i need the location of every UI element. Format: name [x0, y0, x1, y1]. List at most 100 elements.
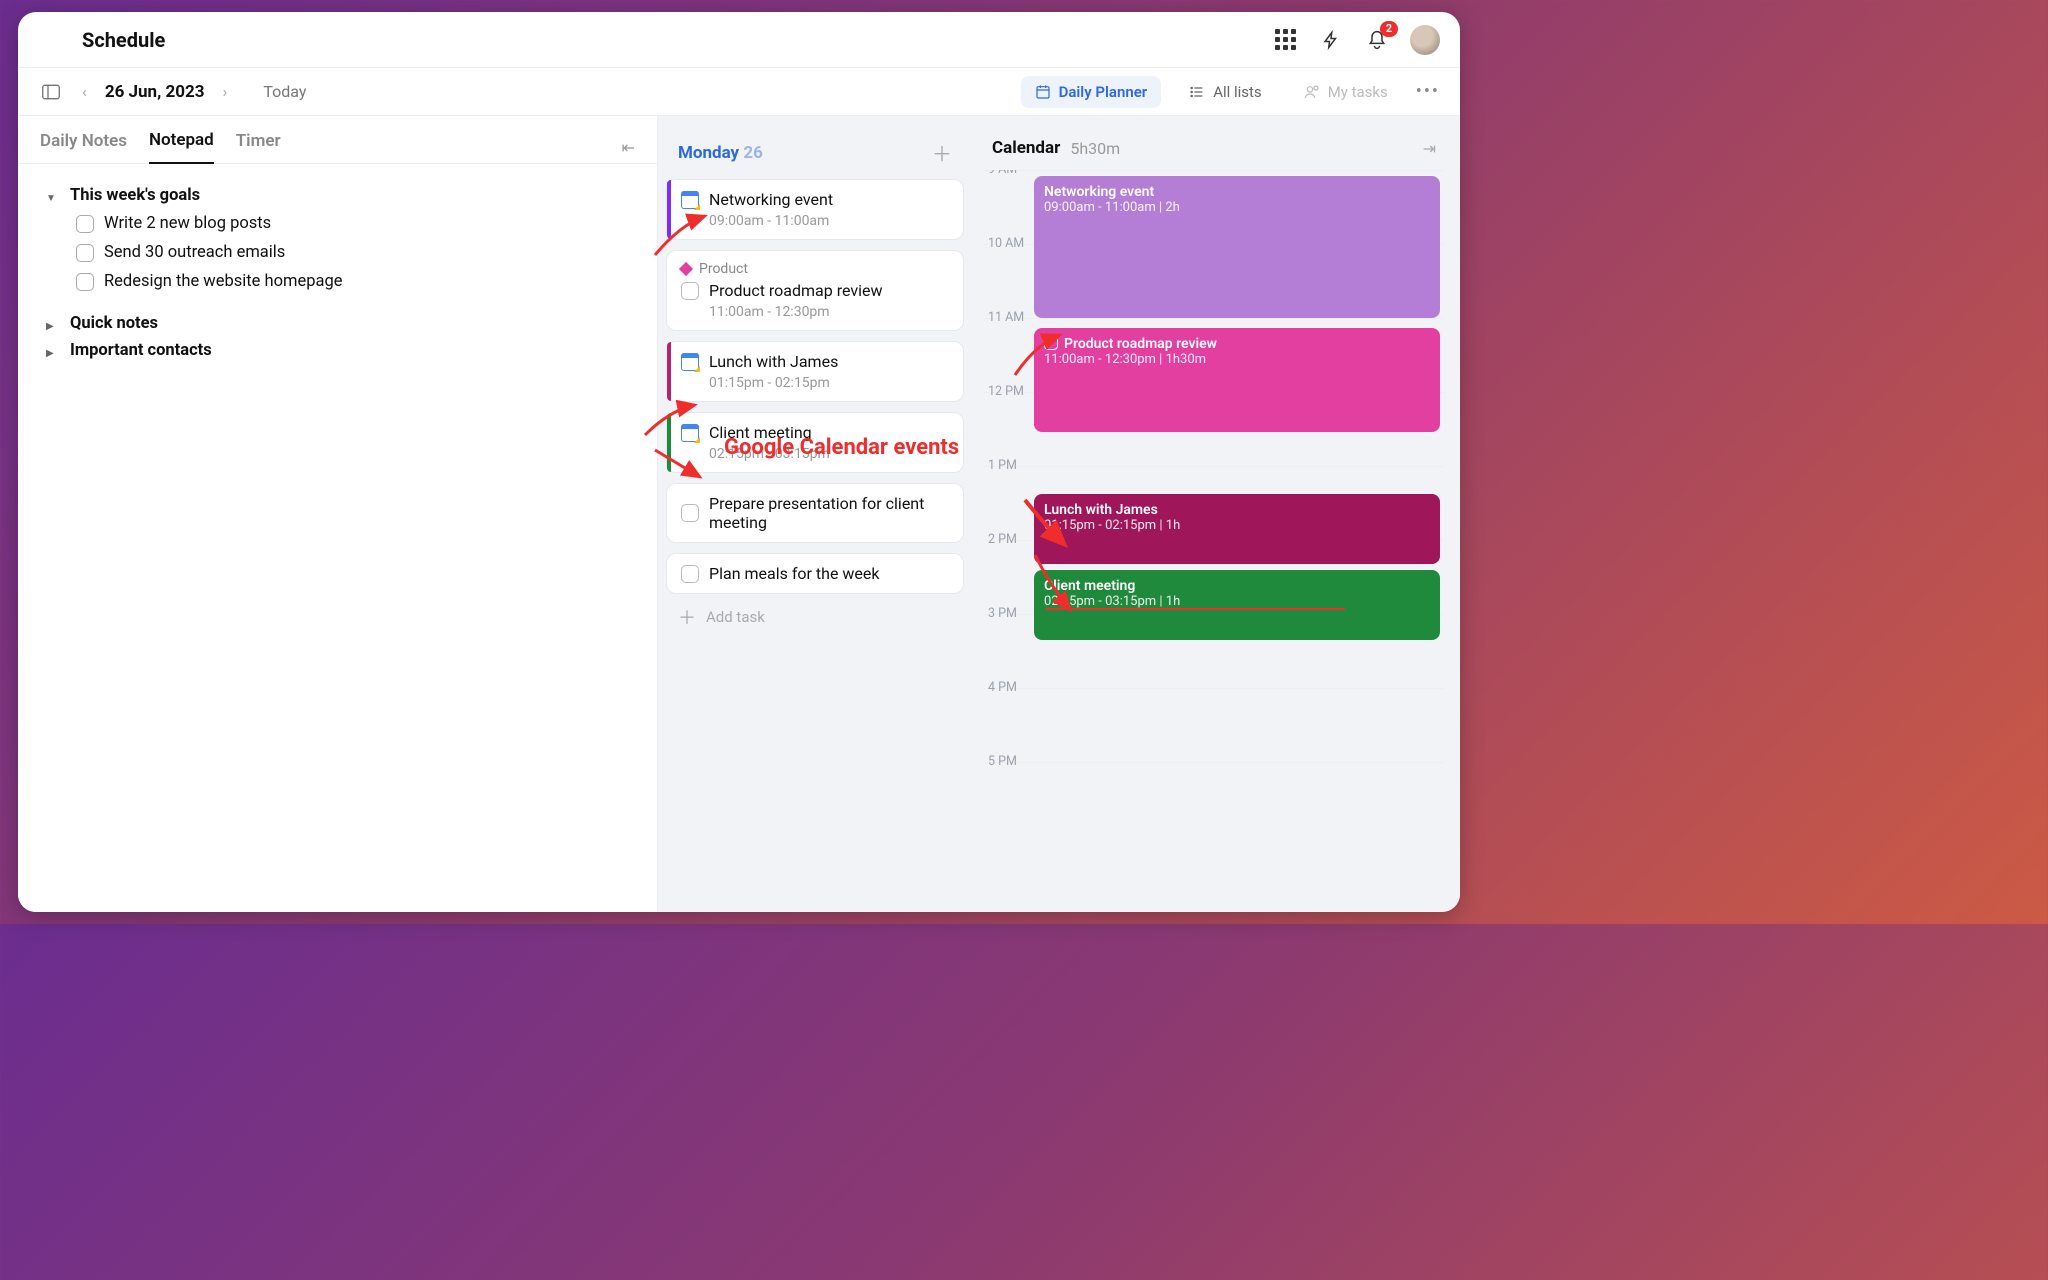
event-subtitle: 09:00am - 11:00am | 2h: [1044, 200, 1430, 215]
checkbox[interactable]: [681, 282, 699, 300]
hour-label: 12 PM: [988, 384, 1024, 399]
hour-label: 10 AM: [988, 236, 1024, 251]
today-button[interactable]: Today: [263, 82, 306, 101]
card-time: 09:00am - 11:00am: [709, 213, 951, 229]
avatar[interactable]: [1410, 25, 1440, 55]
card-title: Client meeting: [709, 423, 812, 442]
toolbar: ‹ 26 Jun, 2023 › Today Daily Planner All…: [18, 68, 1460, 116]
event-subtitle: 11:00am - 12:30pm | 1h30m: [1044, 352, 1430, 367]
hour-label: 3 PM: [988, 606, 1017, 621]
next-day-button[interactable]: ›: [217, 78, 234, 105]
notepad-tabs: Daily Notes Notepad Timer ⇤: [18, 116, 657, 164]
disclosure-icon[interactable]: [46, 314, 60, 332]
view-label: Daily Planner: [1059, 83, 1148, 101]
card-time: 02:15pm - 03:15pm: [709, 446, 951, 462]
view-my-tasks[interactable]: My tasks: [1290, 76, 1402, 108]
plus-icon: ＋: [678, 604, 696, 630]
disclosure-icon[interactable]: [46, 186, 60, 204]
event-title: Product roadmap review: [1044, 336, 1430, 352]
google-calendar-icon: [681, 424, 699, 442]
calendar-timeline[interactable]: 9 AM10 AM11 AM12 PM1 PM2 PM3 PM4 PM5 PMN…: [984, 170, 1444, 902]
section-title: Quick notes: [70, 314, 158, 333]
menu-icon[interactable]: [38, 27, 64, 53]
notification-badge: 2: [1380, 21, 1398, 37]
todo-item[interactable]: Send 30 outreach emails: [76, 238, 629, 267]
collapse-right-icon[interactable]: ⇥: [1423, 139, 1436, 158]
view-daily-planner[interactable]: Daily Planner: [1021, 76, 1162, 108]
section-title: Important contacts: [70, 341, 212, 360]
daylist-title: Monday 26: [678, 143, 763, 163]
section-title: This week's goals: [70, 186, 200, 205]
tab-daily-notes[interactable]: Daily Notes: [40, 131, 127, 163]
daylist-card[interactable]: Product Product roadmap review 11:00am - 1…: [666, 250, 964, 331]
event-subtitle: 01:15pm - 02:15pm | 1h: [1044, 518, 1430, 533]
todo-item[interactable]: Redesign the website homepage: [76, 267, 629, 296]
calendar-panel: Calendar 5h30m ⇥ 9 AM10 AM11 AM12 PM1 PM…: [978, 126, 1450, 902]
card-title: Lunch with James: [709, 352, 838, 371]
apps-grid-icon[interactable]: [1272, 27, 1298, 53]
card-title: Product roadmap review: [709, 281, 883, 300]
tab-notepad[interactable]: Notepad: [149, 130, 214, 164]
view-all-lists[interactable]: All lists: [1175, 76, 1276, 108]
notifications-icon[interactable]: 2: [1364, 27, 1390, 53]
daylist-card[interactable]: Client meeting 02:15pm - 03:15pm: [666, 412, 964, 473]
daylist-card[interactable]: Networking event 09:00am - 11:00am: [666, 179, 964, 240]
card-time: 11:00am - 12:30pm: [709, 304, 951, 320]
daylist-card[interactable]: Prepare presentation for client meeting: [666, 483, 964, 543]
daylist-card[interactable]: Lunch with James01:15pm - 02:15pm: [666, 341, 964, 402]
hour-label: 4 PM: [988, 680, 1017, 695]
app-window: Schedule 2 ‹ 26 Jun, 2023 › Today Daily …: [18, 12, 1460, 912]
date-label[interactable]: 26 Jun, 2023: [105, 82, 205, 102]
checkbox[interactable]: [1044, 336, 1058, 350]
annotation-line: [1045, 608, 1345, 610]
add-task-button[interactable]: ＋ Add task: [664, 594, 966, 640]
notepad-panel: Daily Notes Notepad Timer ⇤ This week's …: [18, 116, 658, 912]
event-title: Networking event: [1044, 184, 1430, 200]
card-tag: Product: [681, 261, 951, 277]
todo-label: Send 30 outreach emails: [104, 243, 285, 262]
hour-row: 5 PM: [984, 762, 1444, 836]
event-subtitle: 02:15pm - 03:15pm | 1h: [1044, 594, 1430, 609]
event-title: Lunch with James: [1044, 502, 1430, 518]
card-title: Plan meals for the week: [709, 564, 880, 583]
checkbox[interactable]: [76, 273, 94, 291]
view-label: All lists: [1213, 83, 1262, 101]
add-task-icon[interactable]: ＋: [932, 138, 952, 167]
card-title: Prepare presentation for client meeting: [709, 494, 951, 532]
calendar-event[interactable]: Lunch with James01:15pm - 02:15pm | 1h: [1034, 494, 1440, 564]
checkbox[interactable]: [681, 565, 699, 583]
bolt-icon[interactable]: [1318, 27, 1344, 53]
todo-label: Redesign the website homepage: [104, 272, 342, 291]
calendar-duration: 5h30m: [1070, 139, 1120, 158]
hour-label: 2 PM: [988, 532, 1017, 547]
card-title: Networking event: [709, 190, 833, 209]
google-calendar-icon: [681, 353, 699, 371]
hour-label: 9 AM: [988, 170, 1017, 177]
hour-label: 11 AM: [988, 310, 1024, 325]
calendar-event[interactable]: Client meeting02:15pm - 03:15pm | 1h: [1034, 570, 1440, 640]
hour-label: 5 PM: [988, 754, 1017, 769]
prev-day-button[interactable]: ‹: [76, 78, 93, 105]
daylist-card[interactable]: Plan meals for the week: [666, 553, 964, 594]
more-menu-icon[interactable]: •••: [1416, 81, 1440, 102]
daylist-panel: Monday 26 ＋ Networking event 09:00am - 11…: [664, 126, 966, 902]
event-title: Client meeting: [1044, 578, 1430, 594]
notepad-body[interactable]: This week's goals Write 2 new blog posts…: [18, 164, 657, 382]
titlebar: Schedule 2: [18, 12, 1460, 68]
calendar-event[interactable]: Networking event09:00am - 11:00am | 2h: [1034, 176, 1440, 318]
checkbox[interactable]: [76, 244, 94, 262]
view-label: My tasks: [1328, 83, 1388, 101]
calendar-event[interactable]: Product roadmap review11:00am - 12:30pm …: [1034, 328, 1440, 432]
main-content: Daily Notes Notepad Timer ⇤ This week's …: [18, 116, 1460, 912]
diamond-icon: [679, 262, 693, 276]
hour-row: 4 PM: [984, 688, 1444, 762]
collapse-left-icon[interactable]: ⇤: [622, 138, 635, 157]
tab-timer[interactable]: Timer: [236, 131, 281, 163]
todo-label: Write 2 new blog posts: [104, 214, 271, 233]
checkbox[interactable]: [681, 504, 699, 522]
panel-toggle-icon[interactable]: [38, 79, 64, 105]
add-task-label: Add task: [706, 608, 765, 626]
checkbox[interactable]: [76, 215, 94, 233]
todo-item[interactable]: Write 2 new blog posts: [76, 209, 629, 238]
disclosure-icon[interactable]: [46, 341, 60, 359]
